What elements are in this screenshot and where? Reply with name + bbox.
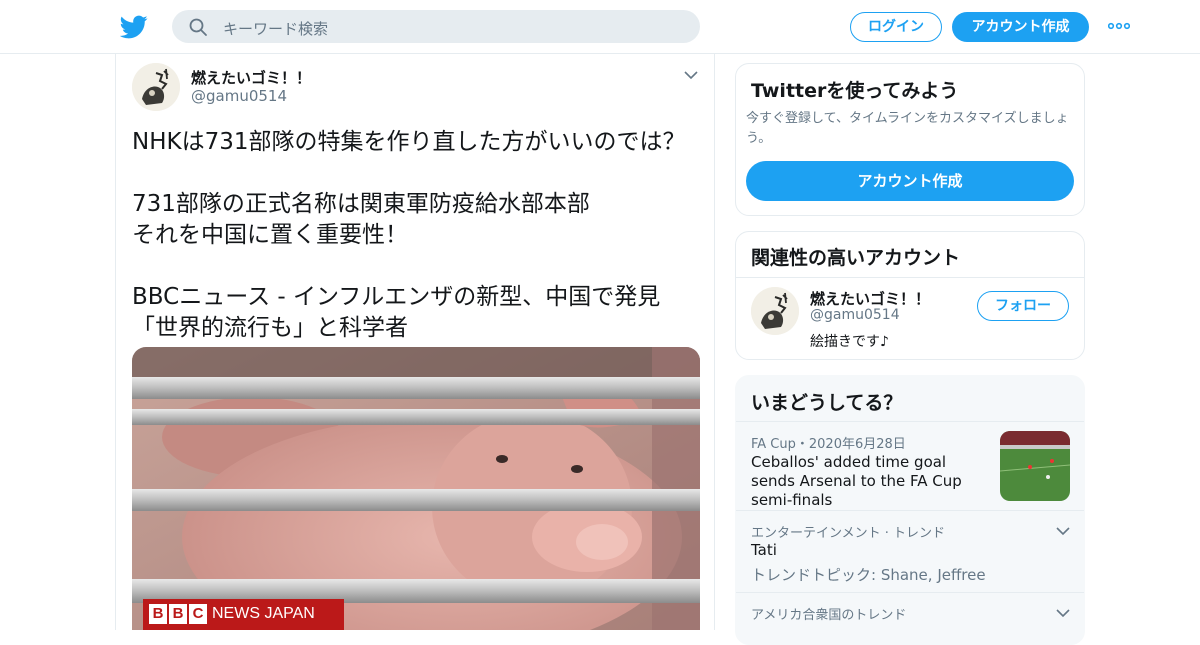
signup-button[interactable]: アカウント作成	[952, 12, 1089, 42]
trends-card: いまどうしてる？ FA Cup・2020年6月28日 Ceballos' add…	[735, 375, 1085, 645]
top-bar: キーワード検索 ログイン アカウント作成	[0, 0, 1200, 54]
related-accounts-card: 関連性の高いアカウント 燃えたいゴミ！！ @gamu0514 絵描きです♪ フォ…	[735, 231, 1085, 360]
trend-thumbnail[interactable]	[1000, 431, 1070, 501]
related-accounts-title: 関連性の高いアカウント	[751, 247, 961, 269]
divider	[736, 592, 1084, 593]
chevron-down-icon[interactable]	[1056, 526, 1070, 536]
user-handle[interactable]: @gamu0514	[191, 87, 287, 105]
trends-title: いまどうしてる？	[751, 392, 903, 414]
search-icon	[189, 18, 207, 36]
signup-card: Twitterを使ってみよう 今すぐ登録して、タイムラインをカスタマイズしましょ…	[735, 63, 1085, 216]
follow-button[interactable]: フォロー	[977, 291, 1069, 321]
twitter-bird-icon[interactable]	[120, 13, 148, 41]
signup-card-description: 今すぐ登録して、タイムラインをカスタマイズしましょう。	[746, 111, 1069, 146]
divider	[736, 421, 1084, 422]
search-placeholder: キーワード検索	[223, 20, 329, 38]
avatar-illustration	[132, 63, 180, 111]
avatar[interactable]	[132, 63, 180, 111]
account-name[interactable]: 燃えたいゴミ！！	[810, 288, 930, 309]
chevron-down-icon[interactable]	[684, 70, 698, 80]
divider	[736, 510, 1084, 511]
signup-card-button[interactable]: アカウント作成	[746, 161, 1074, 201]
tweet: 燃えたいゴミ！！ @gamu0514 NHKは731部隊の特集を作り直した方がい…	[115, 54, 715, 630]
divider	[736, 277, 1084, 278]
more-icon[interactable]	[1108, 19, 1130, 33]
tweet-media-image[interactable]: B B C NEWS JAPAN	[132, 347, 700, 630]
display-name[interactable]: 燃えたいゴミ！！	[191, 67, 311, 88]
logo-text: NEWS JAPAN	[212, 605, 315, 622]
avatar[interactable]	[751, 287, 799, 335]
signup-card-title: Twitterを使ってみよう	[751, 80, 959, 102]
login-button[interactable]: ログイン	[850, 12, 942, 42]
avatar-illustration	[751, 287, 799, 335]
trend-meta: エンターテインメント · トレンド	[751, 526, 946, 541]
trend-meta: FA Cup・2020年6月28日	[751, 437, 906, 452]
tweet-text: NHKは731部隊の特集を作り直した方がいいのでは？ 731部隊の正式名称は関東…	[132, 129, 686, 341]
chevron-down-icon[interactable]	[1056, 608, 1070, 618]
search-input[interactable]: キーワード検索	[172, 10, 700, 43]
account-handle[interactable]: @gamu0514	[810, 307, 900, 323]
trend-title: Tati	[751, 541, 777, 559]
trend-subtitle: トレンドトピック: Shane, Jeffree	[751, 566, 986, 584]
trend-title: Ceballos' added time goal sends Arsenal …	[751, 453, 962, 509]
account-bio: 絵描きです♪	[810, 334, 889, 350]
trend-meta: アメリカ合衆国のトレンド	[751, 608, 907, 623]
bbc-news-japan-logo: B B C NEWS JAPAN	[143, 599, 344, 630]
